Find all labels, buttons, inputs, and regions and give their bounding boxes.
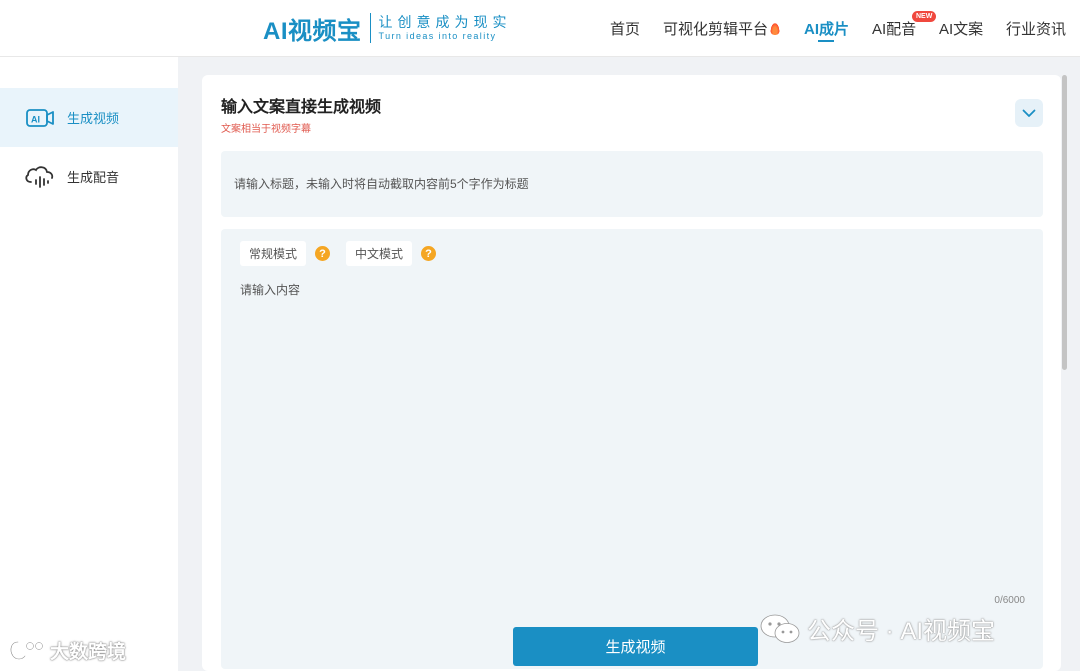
sidebar-item-label: 生成配音: [67, 170, 120, 185]
site-logo[interactable]: AI视频宝 让创意成为现实 Turn ideas into reality: [263, 11, 512, 45]
watermark-logo-icon: [9, 640, 44, 660]
help-icon[interactable]: ?: [421, 246, 436, 261]
collapse-button[interactable]: [1015, 99, 1043, 127]
nav-item-ai-copy[interactable]: AI文案: [939, 18, 983, 39]
title-input[interactable]: [221, 151, 1043, 217]
mode-chinese-button[interactable]: 中文模式: [346, 241, 413, 266]
sidebar-item-generate-video[interactable]: AI 生成视频: [0, 88, 178, 147]
mode-normal-button[interactable]: 常规模式: [240, 241, 307, 266]
wechat-icon: [760, 614, 800, 643]
sidebar-item-label: 生成视频: [67, 111, 120, 126]
logo-slogan: 让创意成为现实 Turn ideas into reality: [379, 14, 512, 42]
fire-icon: [770, 22, 781, 35]
nav-item-visual-editor[interactable]: 可视化剪辑平台: [663, 18, 781, 39]
nav-item-ai-voice[interactable]: AI配音: [872, 18, 916, 39]
logo-divider: [369, 13, 371, 43]
top-header: AI视频宝 让创意成为现实 Turn ideas into reality 首页…: [0, 0, 1080, 57]
content-area: 常规模式 ? 中文模式 ? 0/6000: [221, 229, 1043, 669]
active-nav-underline: [818, 40, 834, 42]
card-subtitle: 文案相当于视频字幕: [221, 124, 311, 135]
generate-video-button[interactable]: 生成视频: [513, 627, 758, 666]
scrollbar-thumb[interactable]: [1062, 75, 1067, 370]
watermark-left: 大数跨境: [6, 637, 126, 664]
watermark-left-text: 大数跨境: [50, 642, 127, 663]
sidebar: AI 生成视频 生成配音: [0, 57, 178, 671]
content-input[interactable]: [240, 281, 1020, 581]
nav-item-home[interactable]: 首页: [610, 18, 640, 39]
help-icon[interactable]: ?: [315, 246, 330, 261]
logo-slogan-en: Turn ideas into reality: [378, 31, 497, 41]
cloud-voice-icon: [24, 165, 56, 189]
svg-text:AI: AI: [31, 114, 40, 124]
ai-video-icon: AI: [24, 106, 56, 130]
nav-item-ai-video[interactable]: AI成片: [804, 18, 849, 39]
chevron-down-icon: [1022, 109, 1036, 117]
sidebar-item-generate-voice[interactable]: 生成配音: [0, 147, 178, 206]
watermark-right-text: 公众号 · AI视频宝: [807, 618, 996, 645]
logo-slogan-cn: 让创意成为现实: [378, 14, 512, 30]
nav-item-industry-news[interactable]: 行业资讯: [1006, 18, 1066, 39]
new-badge: NEW: [912, 11, 937, 22]
logo-text: AI视频宝: [263, 17, 362, 45]
card-title: 输入文案直接生成视频: [221, 99, 382, 116]
watermark-right: 公众号 · AI视频宝: [759, 611, 995, 646]
main-card: 输入文案直接生成视频 文案相当于视频字幕 常规模式 ? 中文模式 ? 0/600…: [202, 75, 1061, 671]
nav-item-visual-editor-label: 可视化剪辑平台: [663, 21, 769, 38]
character-counter: 0/6000: [994, 595, 1025, 606]
